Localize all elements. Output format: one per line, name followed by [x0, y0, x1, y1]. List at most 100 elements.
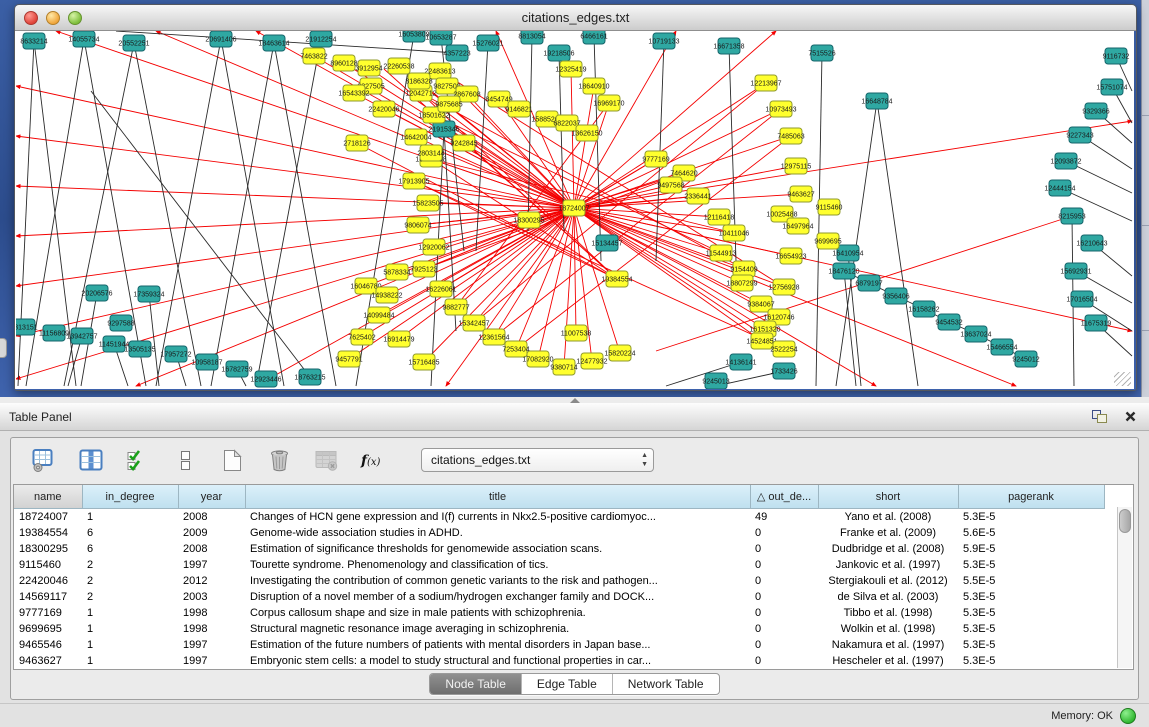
graph-node[interactable]: 14055734: [68, 31, 99, 47]
table-row[interactable]: 1872400712008Changes of HCN gene express…: [14, 509, 1104, 526]
graph-node[interactable]: 10653287: [425, 31, 456, 45]
graph-node[interactable]: 9777169: [642, 151, 669, 167]
table-row[interactable]: 1456911722003Disruption of a novel membe…: [14, 589, 1104, 605]
graph-node[interactable]: 9115460: [816, 199, 843, 215]
minimize-window-icon[interactable]: [46, 11, 60, 25]
graph-node[interactable]: 4357223: [443, 45, 470, 61]
new-document-icon[interactable]: [219, 447, 245, 473]
graph-node[interactable]: 7925123: [410, 261, 437, 277]
graph-node[interactable]: 18300295: [513, 212, 544, 228]
graph-node[interactable]: 15134457: [591, 235, 622, 251]
graph-node[interactable]: 19384554: [601, 271, 632, 287]
graph-node[interactable]: 2336441: [684, 188, 711, 204]
graph-node[interactable]: 7625402: [348, 329, 375, 345]
graph-node[interactable]: 8186328: [405, 73, 432, 89]
graph-node[interactable]: 9313151: [16, 319, 38, 335]
graph-node[interactable]: 20691406: [205, 31, 236, 47]
table-row[interactable]: 946554611997Estimation of the future num…: [14, 637, 1104, 653]
graph-node[interactable]: 11156809: [39, 325, 69, 341]
graph-node[interactable]: 12920062: [418, 239, 449, 255]
table-row[interactable]: 969969511998Structural magnetic resonanc…: [14, 621, 1104, 637]
graph-node[interactable]: 15751074: [1096, 79, 1127, 95]
graph-node[interactable]: 8633214: [20, 33, 47, 49]
graph-node[interactable]: 18640910: [578, 78, 609, 94]
graph-node[interactable]: 9380714: [550, 359, 577, 375]
graph-node[interactable]: 16158262: [908, 301, 939, 317]
graph-node[interactable]: 12093872: [1050, 153, 1081, 169]
tab-network-table[interactable]: Network Table: [612, 674, 719, 694]
column-header-out_de[interactable]: △ out_de...: [750, 485, 818, 509]
graph-node[interactable]: 12213967: [750, 75, 781, 91]
graph-node[interactable]: 16969170: [593, 95, 624, 111]
memory-status-icon[interactable]: [1120, 708, 1136, 724]
citation-network-graph[interactable]: 8633214140557342055225120691406184636142…: [16, 31, 1133, 389]
graph-node[interactable]: 2718126: [343, 135, 370, 151]
graph-node[interactable]: 7253404: [502, 341, 529, 357]
graph-node[interactable]: 16914479: [383, 331, 414, 347]
graph-node[interactable]: 9454532: [935, 314, 962, 330]
graph-node[interactable]: 16648784: [861, 93, 892, 109]
table-row[interactable]: 911546021997Tourette syndrome. Phenomeno…: [14, 557, 1104, 573]
rows-icon[interactable]: [172, 447, 198, 473]
column-header-in_degree[interactable]: in_degree: [82, 485, 178, 509]
table-row[interactable]: 1938455462009Genome-wide association stu…: [14, 525, 1104, 541]
graph-node[interactable]: 15823505: [412, 195, 443, 211]
graph-node[interactable]: 15276021: [472, 35, 503, 51]
graph-node[interactable]: 17359324: [133, 286, 164, 302]
graph-node[interactable]: 17016504: [1066, 291, 1097, 307]
graph-node[interactable]: 9699695: [814, 233, 841, 249]
graph-node[interactable]: 14099484: [363, 307, 394, 323]
tab-edge-table[interactable]: Edge Table: [521, 674, 612, 694]
graph-node[interactable]: 12444154: [1044, 180, 1075, 196]
graph-node[interactable]: 11675319: [1081, 315, 1112, 331]
column-header-pagerank[interactable]: pagerank: [958, 485, 1104, 509]
graph-node[interactable]: 19218506: [543, 45, 574, 61]
graph-node[interactable]: 9242845: [450, 135, 477, 151]
graph-node[interactable]: 17957272: [160, 346, 191, 362]
graph-node[interactable]: 9245013: [702, 373, 729, 389]
column-header-short[interactable]: short: [818, 485, 958, 509]
graph-node[interactable]: 9146821: [505, 101, 532, 117]
graph-node[interactable]: 9806074: [404, 217, 431, 233]
graph-node[interactable]: 13505135: [124, 341, 155, 357]
graph-node[interactable]: 12756928: [768, 279, 799, 295]
graph-node[interactable]: 9297588: [107, 315, 134, 331]
graph-node[interactable]: 20206576: [81, 285, 112, 301]
table-selector-dropdown[interactable]: citations_edges.txt ▲▼: [421, 448, 654, 472]
graph-node[interactable]: 15466554: [986, 339, 1017, 355]
graph-node[interactable]: 18807299: [726, 275, 757, 291]
column-header-title[interactable]: title: [245, 485, 750, 509]
graph-node[interactable]: 12116418: [704, 209, 735, 225]
graph-node[interactable]: 14642004: [400, 129, 431, 145]
graph-node[interactable]: 12325419: [555, 61, 586, 77]
graph-node[interactable]: 9356406: [882, 288, 909, 304]
network-canvas[interactable]: 8633214140557342055225120691406184636142…: [15, 31, 1134, 389]
graph-node[interactable]: 18724007: [558, 200, 589, 216]
zoom-window-icon[interactable]: [68, 11, 82, 25]
graph-node[interactable]: 16671358: [713, 38, 744, 54]
graph-node[interactable]: 11007538: [561, 325, 592, 341]
column-edit-icon[interactable]: [78, 447, 104, 473]
graph-node[interactable]: 2522254: [770, 341, 797, 357]
graph-node[interactable]: 7485063: [777, 128, 804, 144]
graph-node[interactable]: 13637024: [960, 326, 991, 342]
table-row[interactable]: 2242004622012Investigating the contribut…: [14, 573, 1104, 589]
network-window-titlebar[interactable]: citations_edges.txt: [15, 5, 1136, 31]
graph-node[interactable]: 16782759: [221, 361, 252, 377]
graph-node[interactable]: 12975115: [781, 158, 812, 174]
graph-node[interactable]: 9245012: [1012, 351, 1039, 367]
graph-node[interactable]: 16210643: [1076, 235, 1107, 251]
graph-node[interactable]: 6466161: [580, 31, 607, 44]
graph-node[interactable]: 20552251: [118, 35, 149, 51]
graph-node[interactable]: 3912954: [355, 60, 382, 76]
graph-node[interactable]: 8215953: [1058, 208, 1085, 224]
graph-node[interactable]: 10719133: [648, 33, 679, 49]
graph-node[interactable]: 15820224: [604, 345, 635, 361]
graph-node[interactable]: 12477932: [576, 353, 607, 369]
graph-node[interactable]: 17913905: [398, 173, 429, 189]
graph-node[interactable]: 14938222: [371, 287, 402, 303]
graph-node[interactable]: 10973493: [765, 101, 796, 117]
graph-node[interactable]: 18476120: [828, 263, 859, 279]
graph-node[interactable]: 22420046: [368, 101, 399, 117]
graph-node[interactable]: 22260538: [383, 58, 414, 74]
